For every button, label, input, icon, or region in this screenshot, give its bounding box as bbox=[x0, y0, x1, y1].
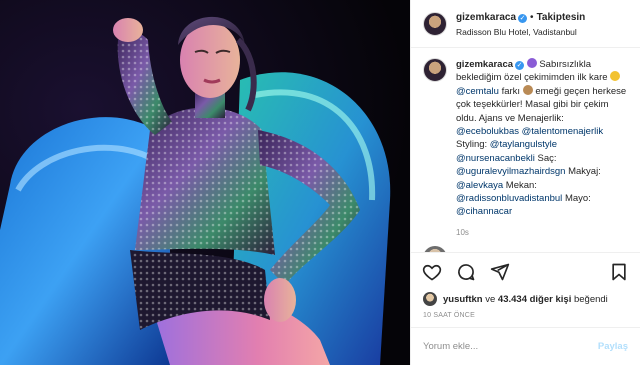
caption-part-4: Styling: bbox=[456, 139, 488, 151]
mention-nursenacanbekli[interactable]: @nursenacanbekli bbox=[456, 153, 535, 164]
caption-avatar[interactable] bbox=[423, 58, 447, 82]
mention-cemtalu[interactable]: @cemtalu bbox=[456, 86, 499, 97]
mention-alevkaya[interactable]: @alevkaya bbox=[456, 180, 503, 191]
caption-part-2: farkı bbox=[501, 85, 521, 97]
crystal-ball-emoji-icon bbox=[526, 58, 537, 68]
comments-area[interactable]: gizemkaraca ✓ Sabırsızlıkla beklediğim öz… bbox=[411, 48, 640, 252]
separator-dot: • bbox=[530, 11, 534, 23]
comment-input[interactable] bbox=[423, 341, 598, 352]
caption-part-8: Mayo: bbox=[564, 193, 591, 205]
post-side-panel: gizemkaraca ✓ • Takiptesin Radisson Blu Hot… bbox=[410, 0, 640, 365]
post-comment-button[interactable]: Paylaş bbox=[598, 341, 628, 352]
following-button[interactable]: Takiptesin bbox=[537, 12, 586, 23]
caption-part-6: Makyaj: bbox=[568, 166, 601, 178]
heart-icon bbox=[422, 264, 442, 280]
photo-illustration bbox=[0, 0, 410, 365]
liker-avatar[interactable] bbox=[423, 292, 437, 306]
mention-radissonbluvadistanbul[interactable]: @radissonbluvadistanbul bbox=[456, 193, 562, 204]
author-username[interactable]: gizemkaraca bbox=[456, 12, 516, 23]
mention-cihannacar[interactable]: @cihannacar bbox=[456, 206, 512, 217]
caption-part-7: Mekan: bbox=[505, 179, 537, 191]
caption-verified-icon: ✓ bbox=[515, 61, 525, 70]
post-header: gizemkaraca ✓ • Takiptesin Radisson Blu Hot… bbox=[411, 0, 640, 48]
commenter-avatar[interactable] bbox=[423, 245, 447, 252]
mention-uguralevyilmazhairdsgn[interactable]: @uguralevyilmazhairdsgn bbox=[456, 166, 565, 177]
post-location[interactable]: Radisson Blu Hotel, Vadistanbul bbox=[456, 25, 585, 40]
save-button[interactable] bbox=[608, 261, 630, 283]
caption-time[interactable]: 10s bbox=[456, 228, 628, 237]
caption: gizemkaraca ✓ Sabırsızlıkla beklediğim öz… bbox=[423, 58, 628, 219]
verified-badge-icon: ✓ bbox=[518, 13, 528, 23]
caption-text: gizemkaraca ✓ Sabırsızlıkla beklediğim öz… bbox=[456, 58, 628, 219]
likes-summary: yusuftkn ve 43.434 diğer kişi beğendi bbox=[411, 290, 640, 308]
share-icon bbox=[490, 263, 510, 280]
instagram-post-view: gizemkaraca ✓ • Takiptesin Radisson Blu Hot… bbox=[0, 0, 640, 365]
post-header-meta: gizemkaraca ✓ • Takiptesin Radisson Blu Hot… bbox=[456, 8, 585, 40]
likes-count[interactable]: 43.434 diğer kişi bbox=[498, 294, 571, 305]
post-timestamp[interactable]: 10 SAAT ÖNCE bbox=[411, 308, 640, 327]
mention-talentomenajerlik[interactable]: @talentomenajerlik bbox=[522, 126, 603, 137]
likes-suffix: beğendi bbox=[573, 293, 608, 305]
comment-button[interactable] bbox=[455, 261, 477, 283]
liker-username[interactable]: yusuftkn bbox=[443, 294, 483, 305]
caption-part-5: Saç: bbox=[537, 152, 557, 164]
bookmark-icon bbox=[612, 263, 626, 280]
comment-item: taylangulstyle ✨✨✨ bbox=[423, 245, 628, 252]
share-button[interactable] bbox=[489, 261, 511, 283]
author-avatar[interactable] bbox=[423, 11, 447, 36]
mention-ecebolukbas[interactable]: @ecebolukbas bbox=[456, 126, 519, 137]
likes-connector: ve bbox=[485, 293, 496, 305]
comment-icon bbox=[458, 263, 475, 280]
smiling-face-emoji-icon bbox=[610, 71, 621, 82]
add-comment-bar: Paylaş bbox=[411, 327, 640, 365]
post-photo[interactable] bbox=[0, 0, 410, 365]
caption-username[interactable]: gizemkaraca bbox=[456, 59, 513, 70]
action-bar bbox=[411, 252, 640, 290]
like-button[interactable] bbox=[421, 261, 443, 283]
woman-emoji-icon bbox=[522, 84, 533, 95]
mention-taylangulstyle[interactable]: @taylangulstyle bbox=[490, 139, 557, 150]
